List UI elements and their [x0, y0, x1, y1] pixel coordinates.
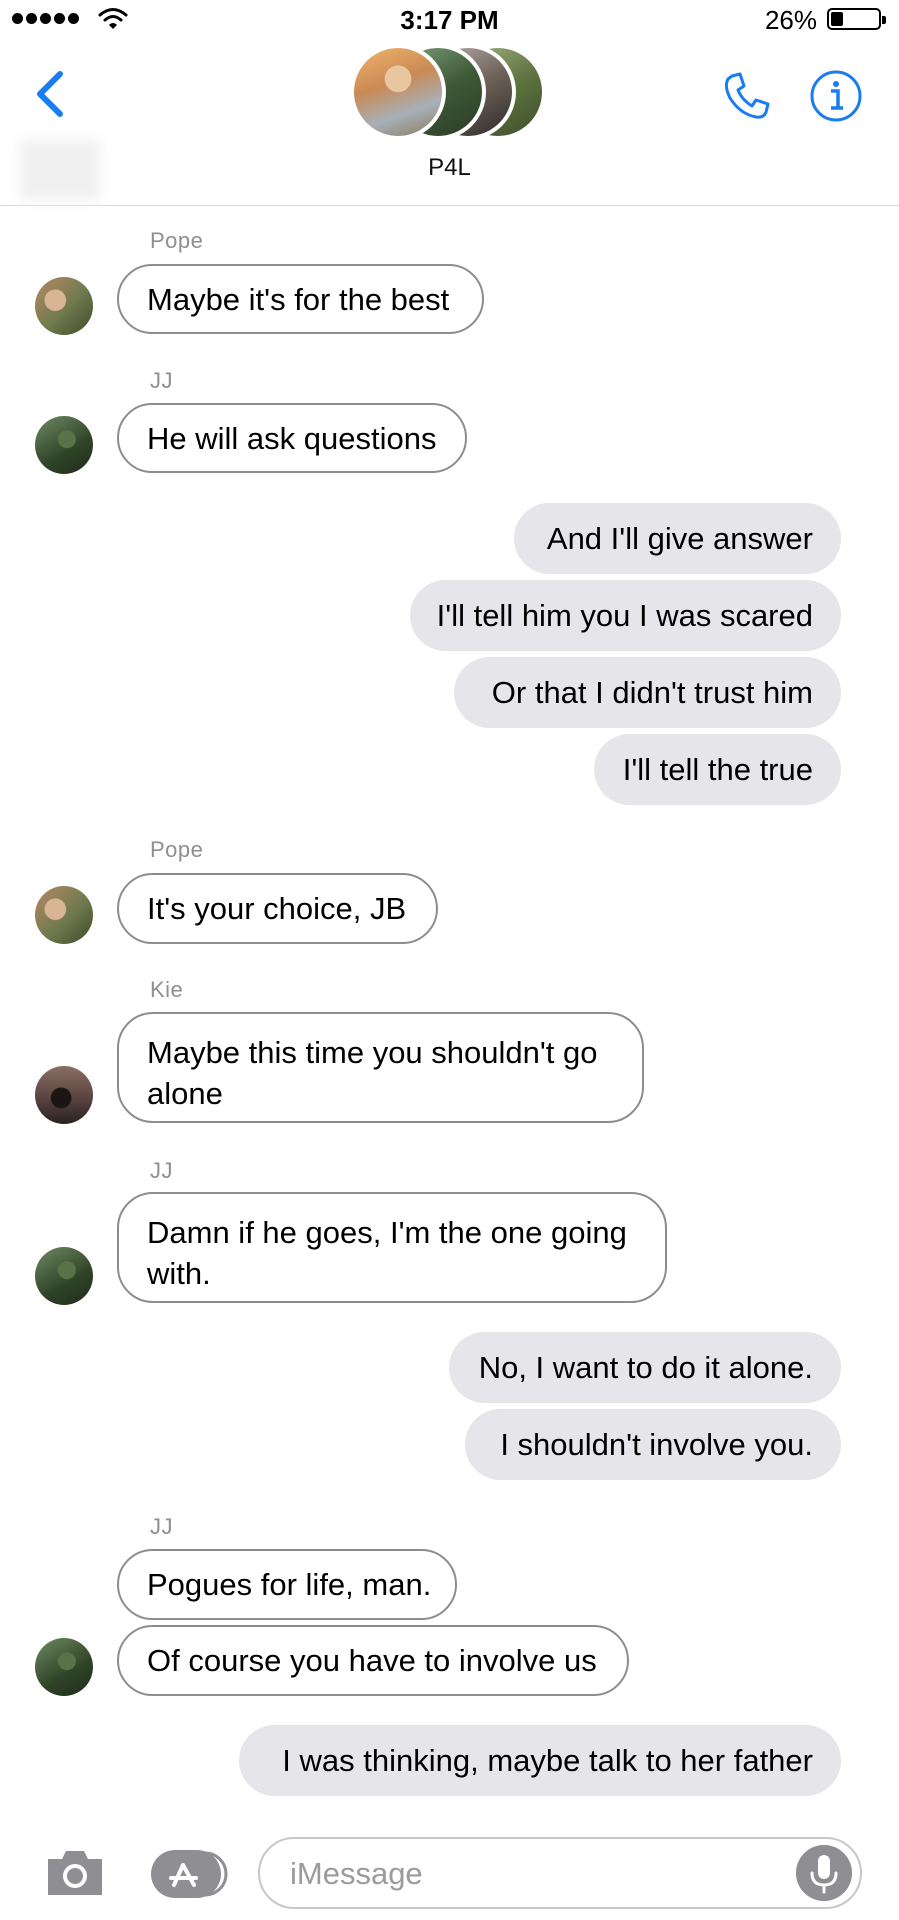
sender-label: JJ	[150, 368, 173, 393]
message-bubble-incoming[interactable]: Pogues for life, man.	[117, 1549, 457, 1620]
sender-label: Pope	[150, 228, 204, 253]
message-bubble-outgoing[interactable]: I shouldn't involve you.	[465, 1409, 841, 1480]
message-bubble-outgoing[interactable]: I'll tell the true	[594, 734, 841, 805]
camera-icon[interactable]	[44, 1847, 106, 1899]
message-bubble-incoming[interactable]: Damn if he goes, I'm the one going with.	[117, 1192, 667, 1303]
phone-icon[interactable]	[718, 68, 774, 124]
message-bubble-incoming[interactable]: It's your choice, JB	[117, 873, 438, 944]
avatar-jj	[35, 1638, 93, 1696]
message-bubble-outgoing[interactable]: No, I want to do it alone.	[449, 1332, 841, 1403]
message-bubble-incoming[interactable]: He will ask questions	[117, 403, 467, 473]
group-name[interactable]: P4L	[0, 154, 899, 182]
avatar-jj	[35, 416, 93, 474]
message-bubble-outgoing[interactable]: Or that I didn't trust him	[454, 657, 841, 728]
group-avatar-stack[interactable]	[350, 42, 550, 142]
sender-label: JJ	[150, 1158, 173, 1183]
chevron-left-icon[interactable]	[30, 64, 70, 124]
composer-bar	[0, 1815, 899, 1920]
app-store-icon[interactable]	[150, 1849, 228, 1899]
message-bubble-incoming[interactable]: Of course you have to involve us	[117, 1625, 629, 1696]
avatar-jj	[35, 1247, 93, 1305]
message-bubble-incoming[interactable]: Maybe it's for the best	[117, 264, 484, 334]
imessage-input[interactable]	[258, 1837, 862, 1909]
avatar-pope	[35, 277, 93, 335]
microphone-icon[interactable]	[796, 1845, 852, 1901]
message-bubble-incoming[interactable]: Maybe this time you shouldn't go alone	[117, 1012, 644, 1123]
message-bubble-outgoing[interactable]: And I'll give answer	[514, 503, 841, 574]
status-bar: 3:17 PM 26%	[0, 0, 899, 40]
conversation-header: P4L	[0, 40, 899, 206]
battery-icon	[827, 8, 886, 30]
avatar	[350, 44, 446, 140]
info-icon[interactable]	[808, 68, 864, 124]
message-bubble-outgoing[interactable]: I was thinking, maybe talk to her father	[239, 1725, 841, 1796]
sender-label: Pope	[150, 837, 204, 862]
sender-label: Kie	[150, 977, 184, 1002]
battery-percent: 26%	[764, 5, 817, 35]
message-bubble-outgoing[interactable]: I'll tell him you I was scared	[410, 580, 841, 651]
message-text-input[interactable]	[290, 1853, 750, 1895]
avatar-kie	[35, 1066, 93, 1124]
avatar-pope	[35, 886, 93, 944]
sender-label: JJ	[150, 1514, 173, 1539]
